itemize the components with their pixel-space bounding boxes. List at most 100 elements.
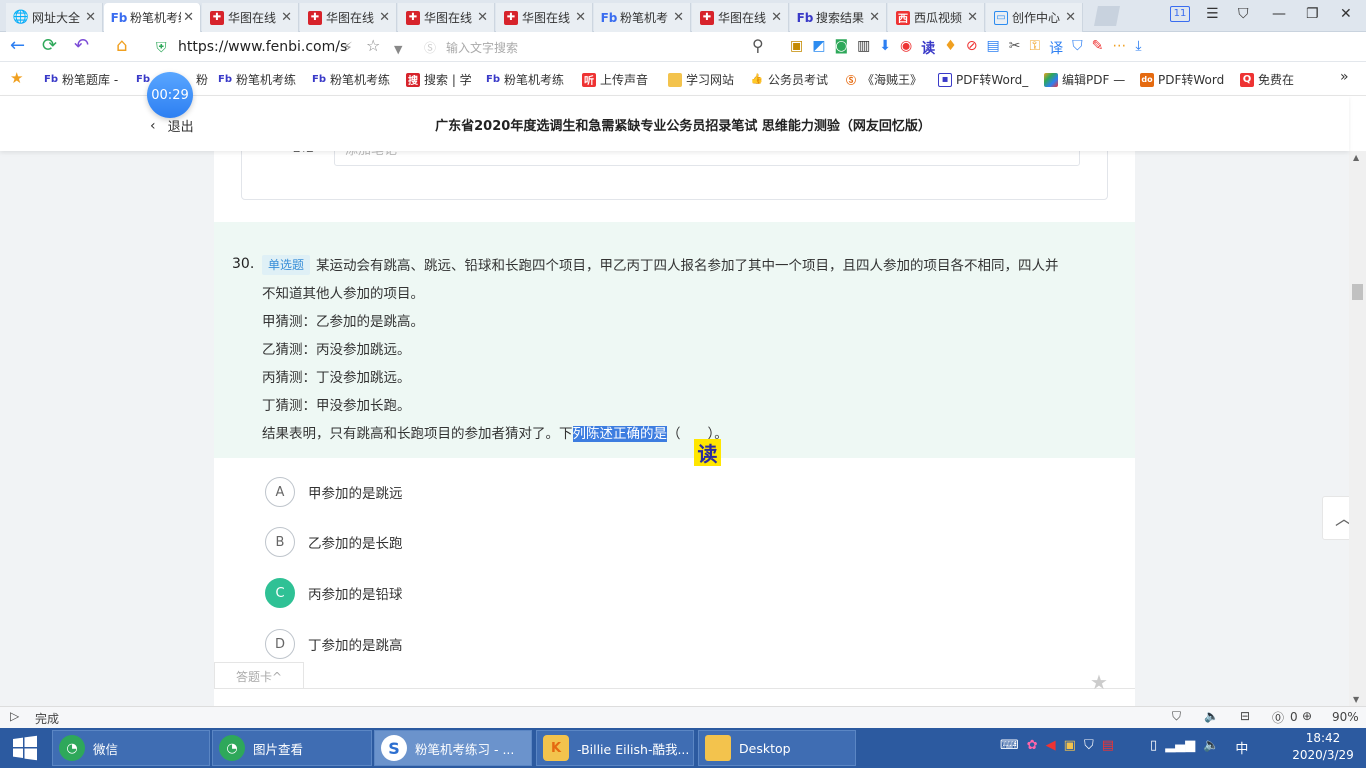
bookmark-12[interactable]: do PDF转Word (1140, 71, 1224, 88)
option-b[interactable]: B 乙参加的是长跑 (265, 527, 403, 557)
close-icon[interactable]: ✕ (673, 10, 684, 25)
taskbar-desktop[interactable]: Desktop (698, 730, 856, 766)
bookmark-5[interactable]: Fb 粉笔机考练 (486, 71, 564, 88)
scrollbar-thumb[interactable] (1352, 284, 1363, 300)
tab-1[interactable]: Fb 粉笔机考练 ✕ (104, 3, 201, 32)
bookmark-10[interactable]: ▪ PDF转Word_ (938, 71, 1028, 88)
close-icon[interactable]: ✕ (281, 10, 292, 25)
shield-tray-icon[interactable]: ⛉ (1084, 738, 1094, 757)
search-input[interactable]: Ⓢ 输入文字搜索 (424, 36, 779, 58)
option-c[interactable]: C 丙参加的是铅球 (265, 578, 403, 608)
close-icon[interactable]: ✕ (477, 10, 488, 25)
bookmark-7[interactable]: 学习网站 (668, 71, 734, 88)
close-icon[interactable]: ✕ (869, 10, 880, 25)
shield-status-icon[interactable]: ⛉ (1172, 709, 1181, 724)
bookmark-0[interactable]: Fb 粉笔题库 - (44, 71, 118, 88)
adblock-icon[interactable]: ⊘ (966, 38, 978, 58)
volume-icon[interactable]: 🔈 (1203, 738, 1219, 757)
bookmark-4[interactable]: 搜搜索 | 学 (406, 71, 472, 88)
option-d[interactable]: D 丁参加的是跳高 (265, 629, 403, 659)
network-icon[interactable]: ▂▄▆ (1165, 738, 1195, 757)
more-icon[interactable]: ⋯ (1112, 38, 1126, 58)
read-aloud-icon[interactable]: 读 (921, 38, 935, 58)
scissors-icon[interactable]: ✂ (1009, 38, 1021, 58)
bookmark-13[interactable]: Q 免费在 (1240, 71, 1294, 88)
window-icon[interactable]: ▥ (857, 38, 870, 58)
ime-indicator[interactable]: 中 (1235, 738, 1248, 757)
keyboard-icon[interactable]: ⌨ (1000, 738, 1019, 757)
flower-icon[interactable]: ✿ (1027, 738, 1038, 757)
close-icon[interactable]: ✕ (1065, 10, 1076, 25)
minimize-icon[interactable]: — (1272, 6, 1286, 22)
taskbar-kuwo[interactable]: K -Billie Eilish-酷我... (536, 730, 694, 766)
tab-2[interactable]: ✚ 华图在线 ✕ (202, 3, 299, 32)
back-icon[interactable]: ← (10, 36, 25, 56)
download-status-icon[interactable]: ⓪ (1272, 709, 1284, 726)
start-button[interactable] (0, 728, 50, 768)
new-tab-button[interactable] (1094, 6, 1120, 26)
skin-icon[interactable]: ⛉ (1238, 6, 1249, 22)
phone-icon[interactable]: ▯ (1150, 738, 1157, 757)
image-icon[interactable]: ◩ (812, 38, 825, 58)
refresh-icon[interactable]: ⟳ (42, 36, 57, 56)
favorite-star-icon[interactable]: ★ (1090, 670, 1108, 694)
more-bookmarks-icon[interactable]: » (1340, 69, 1349, 85)
tab-10[interactable]: ▭ 创作中心 ✕ (986, 3, 1083, 32)
tab-7[interactable]: ✚ 华图在线 ✕ (692, 3, 789, 32)
exam-timer[interactable]: 00:29 (147, 72, 193, 118)
close-window-icon[interactable]: ✕ (1340, 6, 1352, 22)
url-field[interactable]: https://www.fenbi.com/s (178, 36, 448, 58)
clock[interactable]: 18:42 2020/3/29 (1288, 730, 1358, 764)
tab-0[interactable]: 🌐 网址大全 ✕ (6, 3, 103, 32)
bookmark-8[interactable]: 👍 公务员考试 (750, 71, 828, 88)
tab-3[interactable]: ✚ 华图在线 ✕ (300, 3, 397, 32)
menu-icon[interactable]: ☰ (1206, 6, 1219, 22)
clipboard-icon[interactable]: ▣ (1064, 738, 1076, 757)
taskbar-wechat[interactable]: ◔ 微信 (52, 730, 210, 766)
tab-4[interactable]: ✚ 华图在线 ✕ (398, 3, 495, 32)
bookmark-6[interactable]: 听上传声音 (582, 71, 648, 88)
close-icon[interactable]: ✕ (771, 10, 782, 25)
close-icon[interactable]: ✕ (183, 10, 194, 25)
zoom-level[interactable]: 90% (1332, 710, 1359, 724)
maximize-icon[interactable]: ❐ (1306, 6, 1319, 22)
lock-icon[interactable]: ⊟ (1240, 709, 1250, 723)
translate-icon[interactable]: 译 (1049, 38, 1063, 58)
download-ext-icon[interactable]: ⬇ (879, 38, 891, 58)
note-input[interactable]: 添加笔记 (334, 151, 1080, 166)
download-icon[interactable]: ⤓ (1135, 38, 1141, 58)
ting-tray-icon[interactable]: ▤ (1102, 738, 1114, 757)
chat-icon[interactable]: ◙ (834, 38, 848, 58)
home-icon[interactable]: ⌂ (116, 36, 127, 56)
favorites-star-icon[interactable]: ★ (10, 69, 23, 87)
sidebar-toggle-icon[interactable]: ▷ (10, 709, 19, 723)
close-icon[interactable]: ✕ (379, 10, 390, 25)
taskbar-image-viewer[interactable]: ◔ 图片查看 (212, 730, 372, 766)
answer-card-button[interactable]: 答题卡^ (214, 662, 304, 690)
close-icon[interactable]: ✕ (575, 10, 586, 25)
sound-icon[interactable]: 🔈 (1204, 709, 1219, 723)
pen-icon[interactable]: ✎ (1092, 38, 1104, 58)
chevron-down-icon[interactable]: ▼ (394, 40, 402, 60)
read-aloud-popup[interactable]: 读 (694, 439, 721, 466)
weibo-icon[interactable]: ◉ (900, 38, 912, 58)
star-bookmark-icon[interactable]: ☆ (366, 36, 380, 56)
shield-icon[interactable]: ♦ (944, 38, 957, 58)
selected-text[interactable]: 列陈述正确的是 (572, 426, 667, 442)
zoom-icon[interactable]: ⊕ (1302, 709, 1312, 723)
screenshot-icon[interactable]: ▣ (790, 38, 803, 58)
scroll-down-arrow-icon[interactable]: ▼ (1353, 695, 1359, 704)
option-a[interactable]: A 甲参加的是跳远 (265, 477, 403, 507)
tab-count-badge[interactable]: 11 (1170, 6, 1190, 22)
undo-icon[interactable]: ↶ (74, 36, 89, 56)
tab-9[interactable]: 西 西瓜视频 ✕ (888, 3, 985, 32)
tab-5[interactable]: ✚ 华图在线 ✕ (496, 3, 593, 32)
security-icon[interactable]: ⛉ (1072, 38, 1083, 58)
close-icon[interactable]: ✕ (967, 10, 978, 25)
bookmark-9[interactable]: Ⓢ 《海贼王》 (844, 71, 922, 88)
tab-6[interactable]: Fb 粉笔机考 ✕ (594, 3, 691, 32)
taskbar-browser[interactable]: S 粉笔机考练习 - ... (374, 730, 532, 766)
close-icon[interactable]: ✕ (85, 10, 96, 25)
tab-8[interactable]: Fb 搜索结果 ✕ (790, 3, 887, 32)
search-icon[interactable]: ⚲ (752, 36, 764, 56)
